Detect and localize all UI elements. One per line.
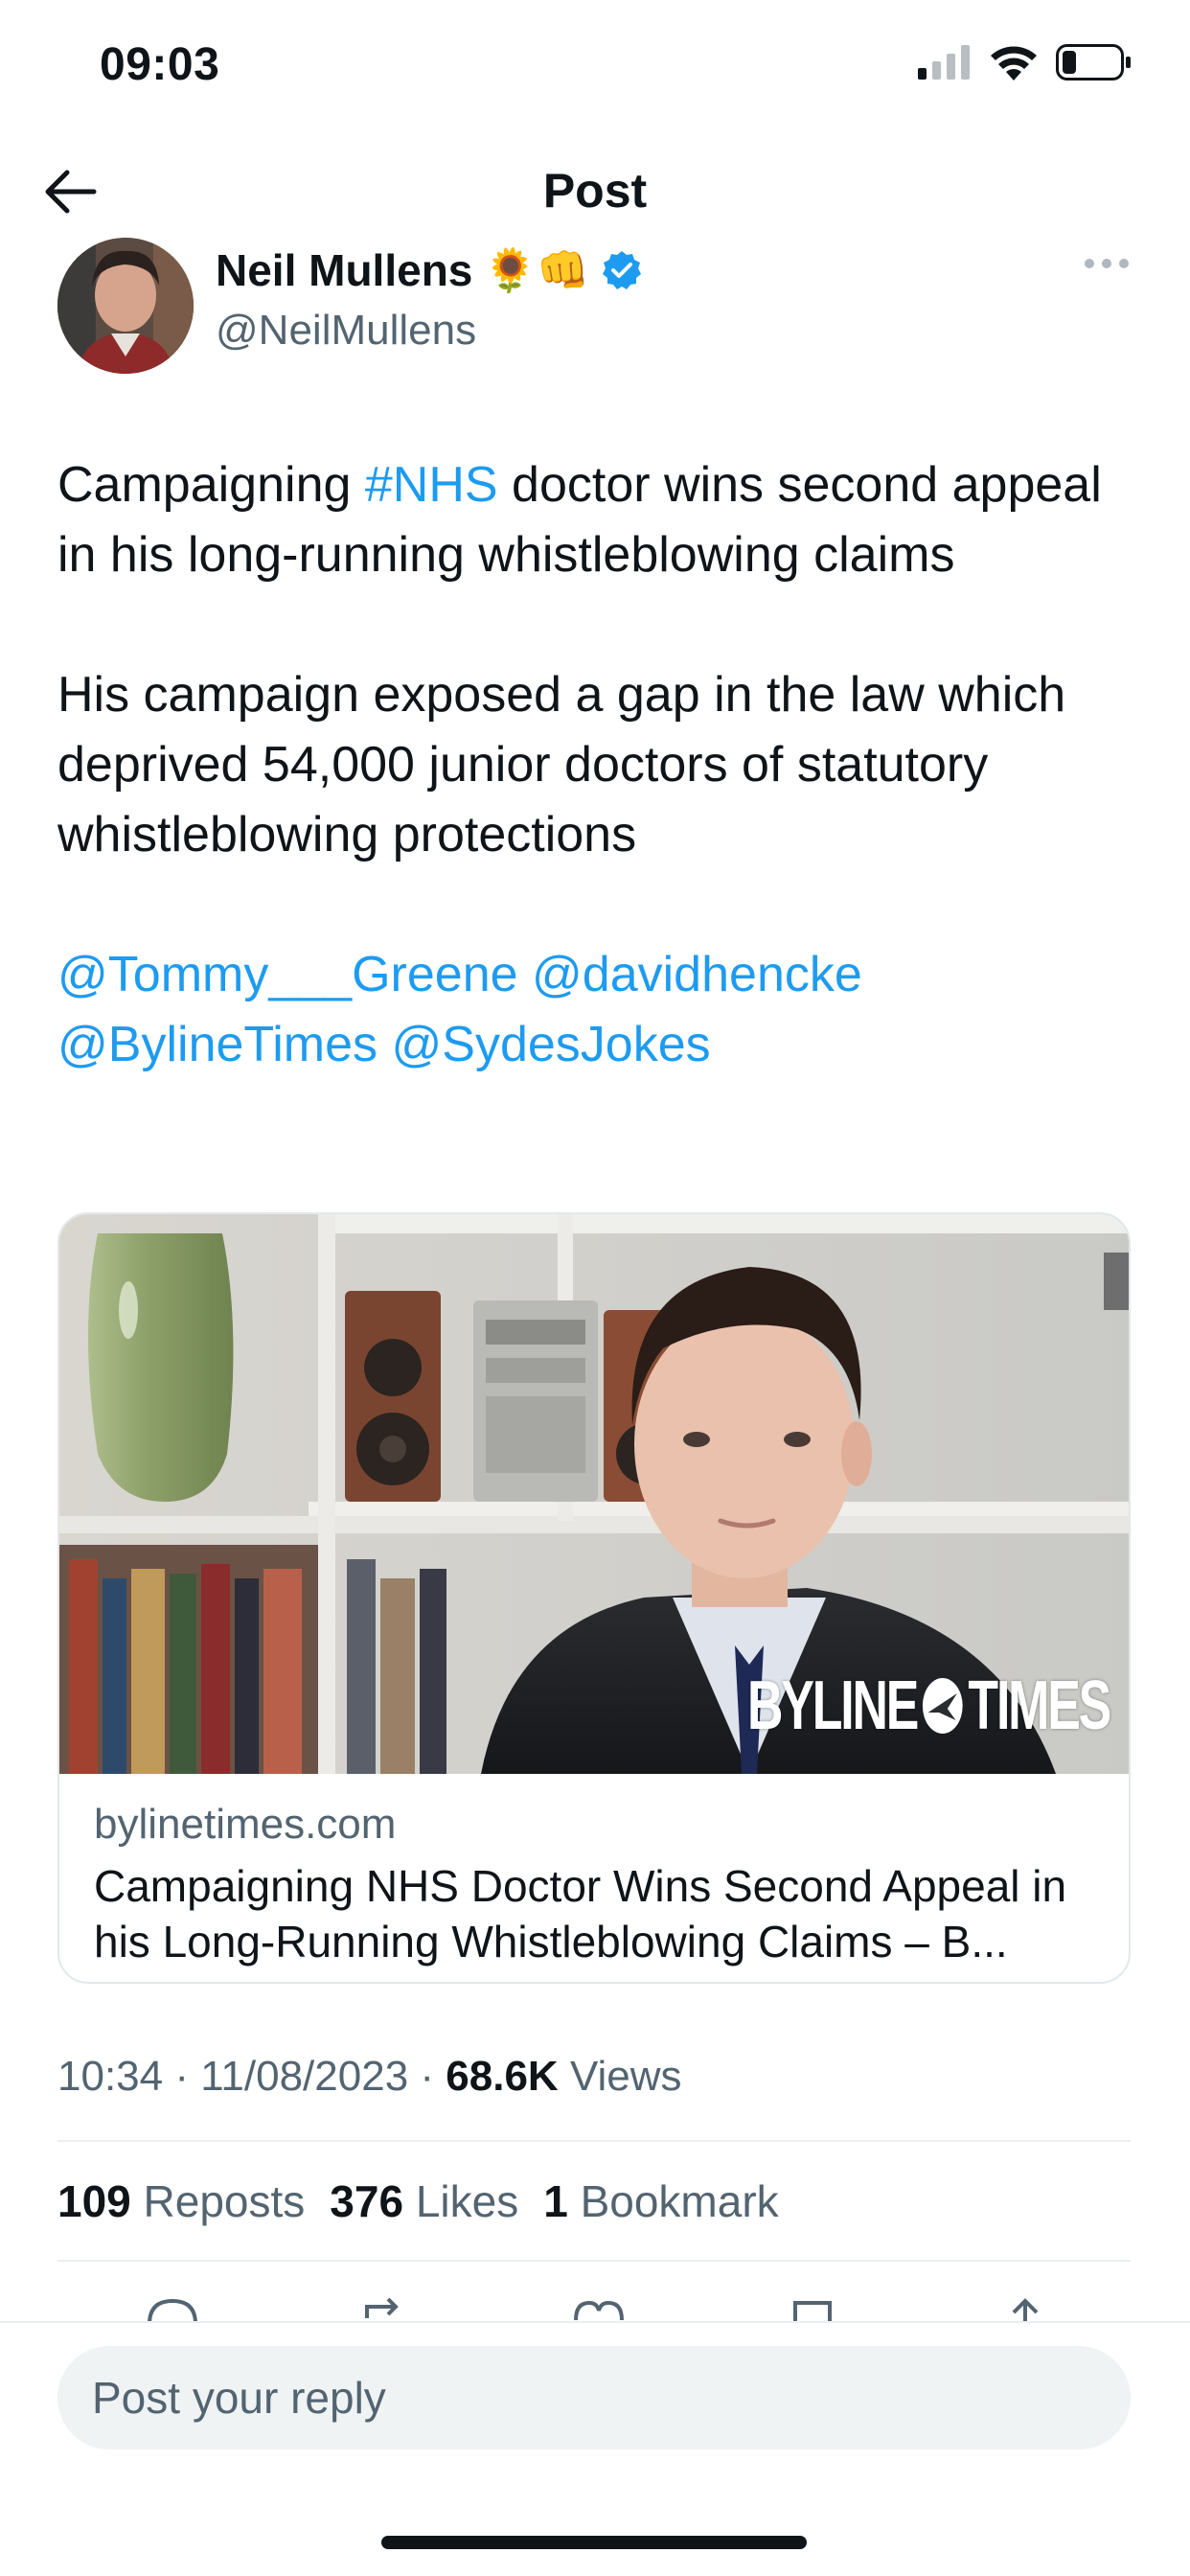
status-time: 09:03	[100, 39, 220, 90]
tweet-date[interactable]: 11/08/2023	[200, 2053, 408, 2100]
byline-swift-logo-icon	[922, 1678, 963, 1734]
reposts-label: Reposts	[143, 2176, 306, 2226]
home-indicator	[381, 2536, 807, 2549]
tweet-meta: 10:34 · 11/08/2023 · 68.6K Views	[57, 2053, 682, 2101]
watermark-text: BYLINE	[746, 1668, 919, 1744]
engagement-stats: 109 Reposts 376 Likes 1 Bookmark	[57, 2175, 779, 2227]
meta-separator: ·	[408, 2053, 446, 2100]
avatar[interactable]	[57, 238, 194, 374]
more-dot-icon	[1085, 259, 1094, 268]
cellular-signal-icon	[918, 45, 970, 80]
likes-count: 376	[330, 2176, 404, 2226]
reposts-count: 109	[57, 2176, 131, 2226]
reply-icon[interactable]	[144, 2295, 201, 2324]
battery-icon	[1056, 44, 1131, 80]
more-options-button[interactable]	[1085, 259, 1129, 268]
tweet-time[interactable]: 10:34	[57, 2053, 163, 2100]
wifi-icon	[991, 46, 1037, 80]
reply-bar: Post your reply	[0, 2321, 1190, 2576]
bookmarks-stat[interactable]: 1 Bookmark	[543, 2175, 778, 2227]
author-name-row[interactable]: Neil Mullens 🌻👊	[216, 244, 643, 296]
tweet-paragraph-2: His campaign exposed a gap in the law wh…	[57, 667, 1066, 862]
tweet-text-segment: Campaigning	[57, 457, 365, 513]
views-count: 68.6K	[446, 2053, 559, 2100]
tweet-paragraph-1: Campaigning #NHS doctor wins second appe…	[57, 450, 1140, 590]
mention-link[interactable]: @BylineTimes	[57, 1017, 378, 1072]
header: Post	[0, 144, 1190, 240]
link-preview-card[interactable]: BYLINE TIMES bylinetimes.com Campaigning…	[57, 1212, 1131, 1984]
likes-label: Likes	[415, 2176, 519, 2226]
repost-icon[interactable]	[357, 2295, 415, 2324]
status-icons	[918, 44, 1133, 80]
link-preview-image: BYLINE TIMES	[59, 1214, 1129, 1774]
page-title: Post	[542, 164, 648, 218]
bookmarks-count: 1	[543, 2176, 568, 2226]
share-icon[interactable]	[996, 2295, 1054, 2324]
action-bar	[57, 2295, 1131, 2324]
more-dot-icon	[1102, 259, 1111, 268]
hashtag-link[interactable]: #NHS	[365, 457, 498, 513]
mention-link[interactable]: @Tommy___Greene	[57, 947, 518, 1002]
card-domain: bylinetimes.com	[94, 1801, 397, 1848]
likes-stat[interactable]: 376 Likes	[330, 2175, 518, 2227]
author-name[interactable]: Neil Mullens	[216, 244, 472, 296]
bookmarks-label: Bookmark	[580, 2176, 779, 2226]
author-emojis: 🌻👊	[484, 247, 589, 294]
divider	[57, 2260, 1131, 2262]
views-label: Views	[569, 2053, 682, 2100]
reposts-stat[interactable]: 109 Reposts	[57, 2175, 305, 2227]
card-title: Campaigning NHS Doctor Wins Second Appea…	[94, 1861, 1067, 1966]
mention-link[interactable]: @davidhencke	[532, 947, 862, 1002]
meta-separator: ·	[163, 2053, 201, 2100]
status-bar: 09:03	[0, 0, 1190, 129]
verified-badge-icon	[602, 251, 641, 289]
avatar-image	[57, 238, 194, 374]
author-handle[interactable]: @NeilMullens	[216, 307, 476, 355]
mention-link[interactable]: @SydesJokes	[392, 1017, 711, 1072]
tweet-mentions: @Tommy___Greene @davidhencke @BylineTime…	[57, 940, 1016, 1080]
more-dot-icon	[1119, 259, 1129, 268]
tweet-text: Campaigning #NHS doctor wins second appe…	[57, 450, 1140, 1080]
divider	[57, 2140, 1131, 2142]
byline-times-watermark: BYLINE TIMES	[746, 1667, 1111, 1745]
watermark-text: TIMES	[968, 1668, 1111, 1744]
like-icon[interactable]	[570, 2295, 628, 2324]
bookmark-icon[interactable]	[784, 2295, 841, 2324]
reply-input[interactable]: Post your reply	[57, 2346, 1131, 2450]
